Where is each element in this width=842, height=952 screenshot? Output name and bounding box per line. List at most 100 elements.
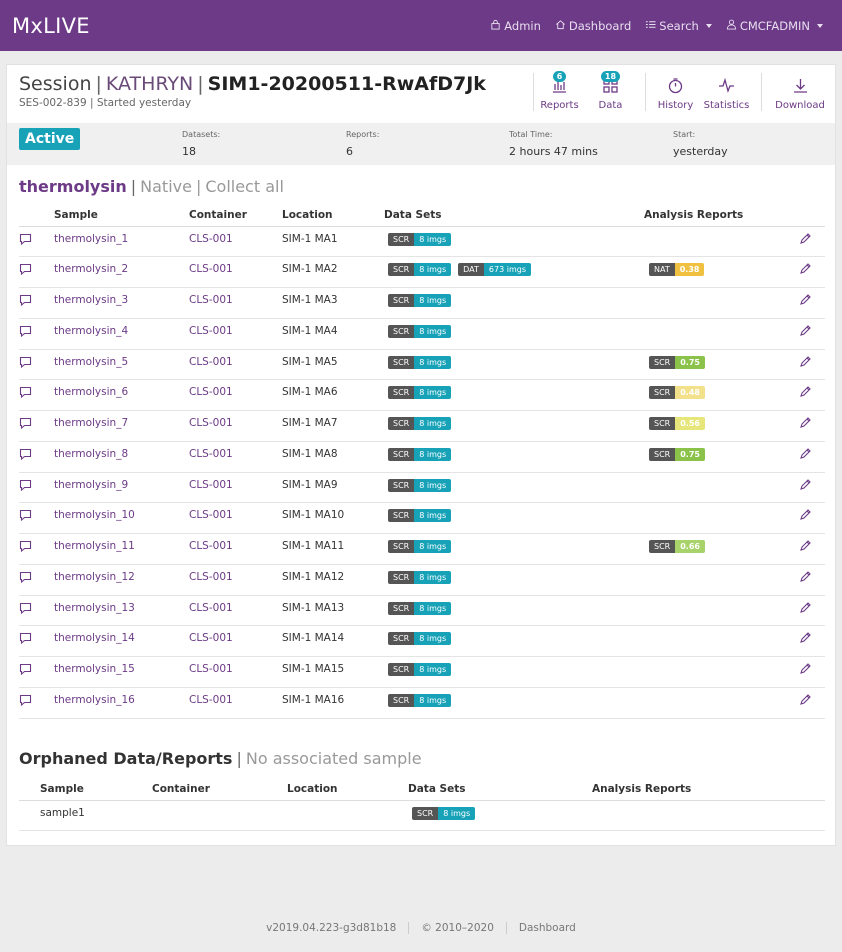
container-link[interactable]: CLS-001 (189, 656, 282, 688)
group-name[interactable]: thermolysin (19, 177, 127, 196)
sample-link[interactable]: thermolysin_5 (54, 349, 189, 381)
brand-logo[interactable]: MxLIVE (12, 14, 90, 38)
comment-icon[interactable] (19, 502, 54, 534)
sample-link[interactable]: thermolysin_12 (54, 564, 189, 596)
sample-link[interactable]: thermolysin_1 (54, 226, 189, 258)
sample-link[interactable]: thermolysin_14 (54, 625, 189, 657)
report-tag[interactable]: SCR 0.75 (649, 447, 705, 461)
container-link[interactable]: CLS-001 (189, 472, 282, 504)
report-tag[interactable]: SCR 0.66 (649, 540, 705, 553)
container-link[interactable]: CLS-001 (189, 287, 282, 319)
sample-link[interactable]: thermolysin_6 (54, 379, 189, 411)
header-location[interactable]: Location (282, 204, 384, 227)
container-link[interactable]: CLS-001 (189, 533, 282, 565)
container-link[interactable]: CLS-001 (189, 687, 282, 719)
edit-icon[interactable] (786, 472, 825, 504)
comment-icon[interactable] (19, 379, 54, 411)
comment-icon[interactable] (19, 472, 54, 504)
container-link[interactable]: CLS-001 (189, 595, 282, 627)
footer-dashboard-link[interactable]: Dashboard (507, 922, 588, 934)
dataset-tag[interactable]: SCR 8 imgs (388, 386, 452, 400)
header-sample[interactable]: Sample (40, 778, 152, 801)
dataset-tag[interactable]: SCR 8 imgs (388, 570, 452, 584)
comment-icon[interactable] (19, 256, 54, 288)
dataset-tag[interactable]: DAT 673 imgs (458, 263, 531, 277)
comment-icon[interactable] (19, 687, 54, 719)
edit-icon[interactable] (786, 687, 825, 719)
sample-link[interactable]: thermolysin_10 (54, 502, 189, 534)
dataset-tag[interactable]: SCR 8 imgs (388, 693, 452, 707)
header-reports[interactable]: Analysis Reports (644, 204, 786, 227)
comment-icon[interactable] (19, 656, 54, 688)
edit-icon[interactable] (786, 656, 825, 688)
sample-link[interactable]: thermolysin_13 (54, 595, 189, 627)
sample-link[interactable]: thermolysin_2 (54, 256, 189, 288)
header-location[interactable]: Location (287, 778, 408, 801)
container-link[interactable]: CLS-001 (189, 410, 282, 442)
dataset-tag[interactable]: SCR 8 imgs (388, 663, 452, 676)
dataset-tag[interactable]: SCR 8 imgs (388, 324, 452, 338)
container-link[interactable]: CLS-001 (189, 349, 282, 381)
comment-icon[interactable] (19, 533, 54, 565)
dataset-tag[interactable]: SCR 8 imgs (388, 263, 452, 277)
edit-icon[interactable] (786, 595, 825, 627)
header-sample[interactable]: Sample (54, 204, 189, 227)
edit-icon[interactable] (786, 564, 825, 596)
edit-icon[interactable] (786, 226, 825, 258)
container-link[interactable]: CLS-001 (189, 625, 282, 657)
report-tag[interactable]: SCR 0.56 (649, 417, 705, 430)
edit-icon[interactable] (786, 625, 825, 657)
dataset-tag[interactable]: SCR 8 imgs (412, 806, 476, 820)
edit-icon[interactable] (786, 379, 825, 411)
dataset-tag[interactable]: SCR 8 imgs (388, 294, 452, 307)
header-container[interactable]: Container (152, 778, 287, 801)
dataset-tag[interactable]: SCR 8 imgs (388, 632, 452, 646)
comment-icon[interactable] (19, 625, 54, 657)
container-link[interactable]: CLS-001 (189, 379, 282, 411)
reports-tool[interactable]: 6 Reports (534, 71, 585, 111)
sample-link[interactable]: thermolysin_7 (54, 410, 189, 442)
comment-icon[interactable] (19, 595, 54, 627)
history-tool[interactable]: History (650, 73, 701, 111)
report-tag[interactable]: NAT 0.38 (649, 263, 705, 277)
data-tool[interactable]: 18 Data (585, 71, 636, 111)
edit-icon[interactable] (786, 410, 825, 442)
nav-dashboard[interactable]: Dashboard (548, 19, 638, 33)
session-user[interactable]: KATHRYN (106, 73, 193, 95)
download-tool[interactable]: Download (770, 73, 830, 111)
sample-link[interactable]: thermolysin_4 (54, 318, 189, 350)
header-datasets[interactable]: Data Sets (384, 204, 644, 227)
sample-link[interactable]: thermolysin_9 (54, 472, 189, 504)
comment-icon[interactable] (19, 410, 54, 442)
dataset-tag[interactable]: SCR 8 imgs (388, 478, 452, 492)
container-link[interactable]: CLS-001 (189, 564, 282, 596)
edit-icon[interactable] (786, 533, 825, 565)
edit-icon[interactable] (786, 256, 825, 288)
sample-link[interactable]: thermolysin_3 (54, 287, 189, 319)
statistics-tool[interactable]: Statistics (701, 73, 752, 111)
nav-admin[interactable]: Admin (483, 19, 548, 33)
dataset-tag[interactable]: SCR 8 imgs (388, 417, 452, 430)
sample-link[interactable]: thermolysin_8 (54, 441, 189, 473)
comment-icon[interactable] (19, 287, 54, 319)
comment-icon[interactable] (19, 226, 54, 258)
sample-link[interactable]: thermolysin_16 (54, 687, 189, 719)
dataset-tag[interactable]: SCR 8 imgs (388, 447, 452, 461)
sample-link[interactable]: thermolysin_11 (54, 533, 189, 565)
comment-icon[interactable] (19, 441, 54, 473)
nav-search-dropdown[interactable]: Search (638, 19, 719, 33)
nav-user-dropdown[interactable]: CMCFADMIN (719, 19, 830, 33)
dataset-tag[interactable]: SCR 8 imgs (388, 355, 452, 369)
sample-link[interactable]: thermolysin_15 (54, 656, 189, 688)
container-link[interactable]: CLS-001 (189, 502, 282, 534)
container-link[interactable]: CLS-001 (189, 318, 282, 350)
edit-icon[interactable] (786, 318, 825, 350)
comment-icon[interactable] (19, 564, 54, 596)
container-link[interactable]: CLS-001 (189, 256, 282, 288)
dataset-tag[interactable]: SCR 8 imgs (388, 509, 452, 523)
report-tag[interactable]: SCR 0.75 (649, 355, 705, 369)
header-container[interactable]: Container (189, 204, 282, 227)
dataset-tag[interactable]: SCR 8 imgs (388, 232, 452, 246)
header-datasets[interactable]: Data Sets (408, 778, 592, 801)
dataset-tag[interactable]: SCR 8 imgs (388, 540, 452, 553)
